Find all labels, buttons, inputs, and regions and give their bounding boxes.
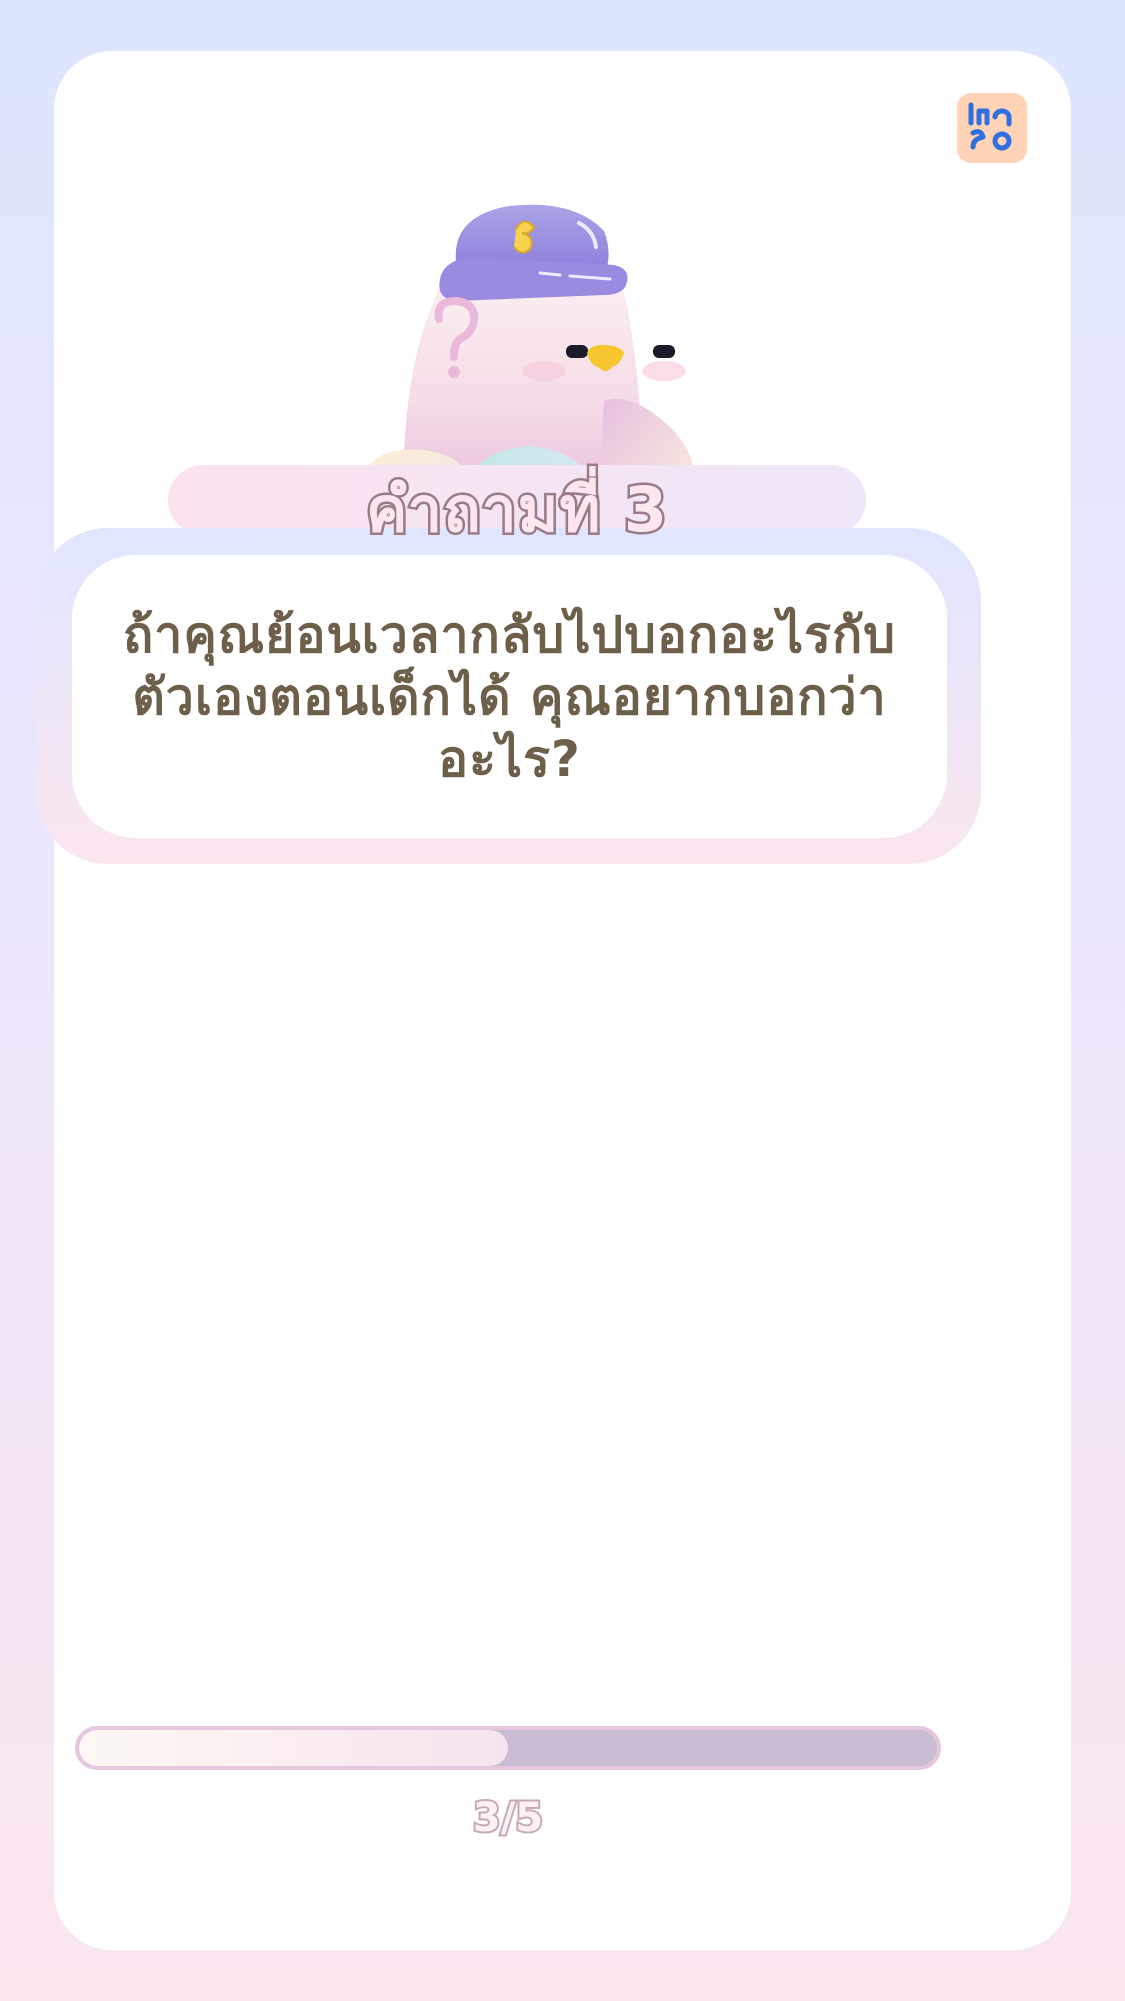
thai-letters-logo-icon[interactable] — [957, 93, 1027, 163]
progress-label: 3/5 — [471, 1793, 545, 1843]
progress-bar — [75, 1726, 941, 1770]
question-title: คำถามที่ 3 — [363, 471, 669, 549]
question-card — [54, 51, 1071, 1950]
question-text: ถ้าคุณย้อนเวลากลับไปบอกอะไรกับตัวเองตอนเ… — [122, 605, 897, 788]
question-bubble: ถ้าคุณย้อนเวลากลับไปบอกอะไรกับตัวเองตอนเ… — [72, 555, 947, 838]
progress-fill — [79, 1730, 508, 1766]
